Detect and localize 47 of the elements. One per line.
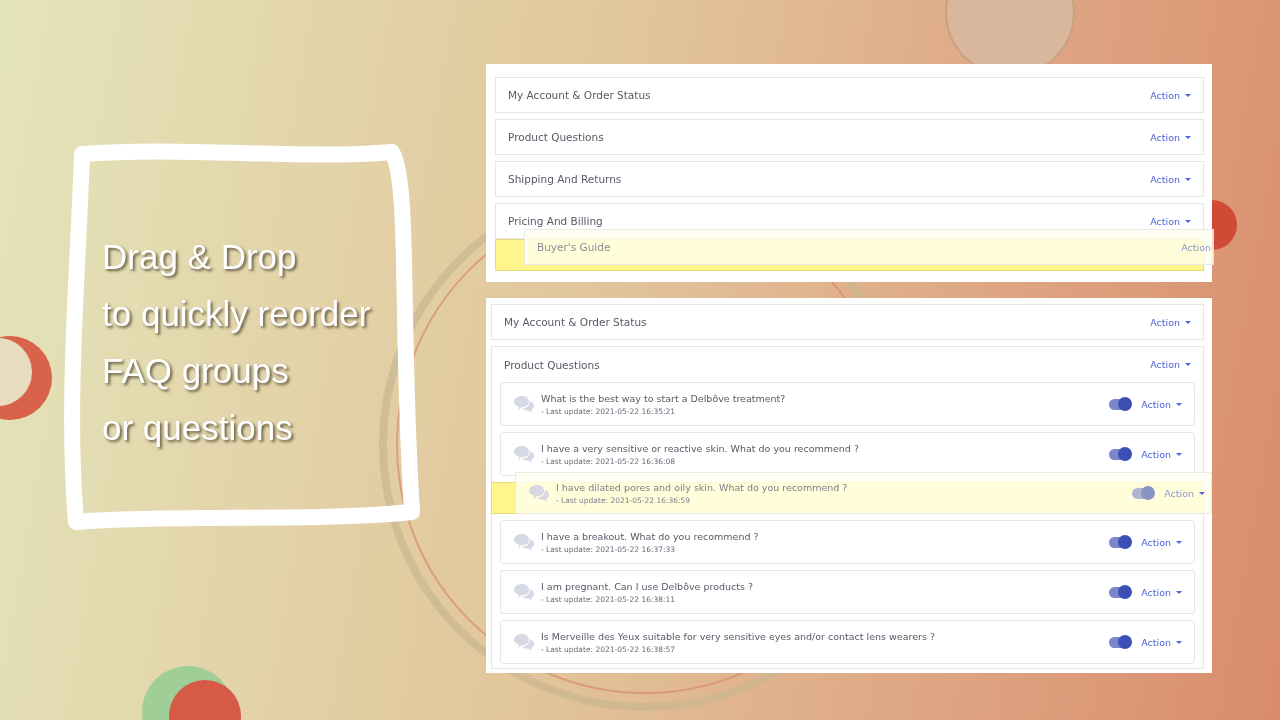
question-text: Is Merveille des Yeux suitable for very sensitive eyes and/or contact lens wearers ? [541, 630, 936, 642]
headline-line: FAQ groups [102, 350, 290, 392]
group-row[interactable]: Product Questions Action [495, 119, 1204, 155]
question-text: I have a breakout. What do you recommend ? [541, 530, 760, 542]
group-title: Shipping And Returns [508, 173, 622, 185]
toggle-switch[interactable] [1109, 636, 1132, 648]
toggle-switch[interactable] [1109, 586, 1132, 598]
action-dropdown[interactable]: Action [1141, 398, 1182, 410]
group-title: Product Questions [504, 358, 600, 371]
toggle-switch[interactable] [1132, 487, 1155, 499]
chat-icon [513, 633, 535, 651]
group-title: Product Questions [508, 131, 604, 143]
dragged-group[interactable]: Buyer's Guide Action [524, 229, 1214, 265]
chat-icon [513, 533, 535, 551]
action-dropdown[interactable]: Action [1181, 241, 1211, 253]
action-dropdown[interactable]: Action [1150, 359, 1191, 370]
action-dropdown[interactable]: Action [1150, 89, 1191, 101]
action-dropdown[interactable]: Action [1150, 316, 1191, 328]
action-dropdown[interactable]: Action [1141, 636, 1182, 648]
headline-line: or questions [102, 407, 294, 449]
group-title: Buyer's Guide [537, 241, 611, 253]
action-dropdown[interactable]: Action [1141, 586, 1182, 598]
question-text: I have dilated pores and oily skin. What do you recommend ? [556, 481, 849, 493]
headline-line: Drag & Drop [102, 236, 298, 278]
group-title: Pricing And Billing [508, 215, 603, 227]
question-text: What is the best way to start a Delbôve treatment? [541, 392, 787, 404]
chat-icon [528, 484, 550, 502]
action-dropdown[interactable]: Action [1150, 215, 1191, 227]
question-text: I am pregnant. Can I use Delbôve products ? [541, 580, 754, 592]
chat-icon [513, 395, 535, 413]
group-row[interactable]: My Account & Order Status Action [491, 304, 1204, 340]
action-dropdown[interactable]: Action [1164, 487, 1205, 499]
group-row[interactable]: Shipping And Returns Action [495, 161, 1204, 197]
group-row[interactable]: My Account & Order Status Action [495, 77, 1204, 113]
chat-icon [513, 445, 535, 463]
group-title: My Account & Order Status [508, 89, 651, 101]
headline-line: to quickly reorder [102, 293, 371, 335]
action-dropdown[interactable]: Action [1141, 448, 1182, 460]
action-dropdown[interactable]: Action [1150, 173, 1191, 185]
chat-icon [513, 583, 535, 601]
question-text: I have a very sensitive or reactive skin. What do you recommend ? [541, 442, 860, 454]
toggle-switch[interactable] [1109, 398, 1132, 410]
toggle-switch[interactable] [1109, 536, 1132, 548]
toggle-switch[interactable] [1109, 448, 1132, 460]
group-title: My Account & Order Status [504, 316, 647, 328]
action-dropdown[interactable]: Action [1150, 131, 1191, 143]
action-dropdown[interactable]: Action [1141, 536, 1182, 548]
